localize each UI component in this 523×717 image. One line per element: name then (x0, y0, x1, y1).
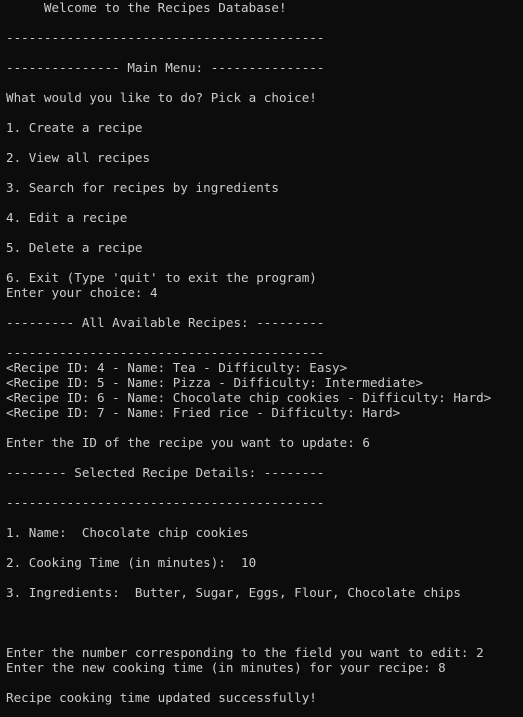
terminal-line: 3. Search for recipes by ingredients (6, 180, 279, 195)
terminal-line: 6. Exit (Type 'quit' to exit the program… (6, 270, 317, 285)
terminal-line: <Recipe ID: 7 - Name: Fried rice - Diffi… (6, 405, 401, 420)
terminal-line: ----------------------------------------… (6, 495, 325, 510)
terminal-line: Recipe cooking time updated successfully… (6, 690, 317, 705)
terminal-line: <Recipe ID: 5 - Name: Pizza - Difficulty… (6, 375, 424, 390)
terminal-window[interactable]: Welcome to the Recipes Database! --------… (0, 0, 523, 717)
terminal-line: Enter the new cooking time (in minutes) … (6, 660, 446, 675)
terminal-line: 3. Ingredients: Butter, Sugar, Eggs, Flo… (6, 585, 461, 600)
terminal-line: Enter the number corresponding to the fi… (6, 645, 484, 660)
terminal-line: Enter your choice: 4 (6, 285, 158, 300)
terminal-line: 1. Name: Chocolate chip cookies (6, 525, 249, 540)
terminal-line: <Recipe ID: 4 - Name: Tea - Difficulty: … (6, 360, 348, 375)
terminal-line: 5. Delete a recipe (6, 240, 143, 255)
terminal-line: What would you like to do? Pick a choice… (6, 90, 317, 105)
terminal-line: --------- All Available Recipes: -------… (6, 315, 325, 330)
terminal-line: 4. Edit a recipe (6, 210, 128, 225)
terminal-line: <Recipe ID: 6 - Name: Chocolate chip coo… (6, 390, 492, 405)
terminal-line: ----------------------------------------… (6, 345, 325, 360)
terminal-line: 2. View all recipes (6, 150, 151, 165)
terminal-line: Welcome to the Recipes Database! (6, 0, 287, 15)
terminal-line: -------- Selected Recipe Details: ------… (6, 465, 325, 480)
terminal-line: ----------------------------------------… (6, 30, 325, 45)
terminal-line: Enter the ID of the recipe you want to u… (6, 435, 370, 450)
terminal-line: --------------- Main Menu: -------------… (6, 60, 325, 75)
terminal-line: 2. Cooking Time (in minutes): 10 (6, 555, 257, 570)
terminal-line: 1. Create a recipe (6, 120, 143, 135)
